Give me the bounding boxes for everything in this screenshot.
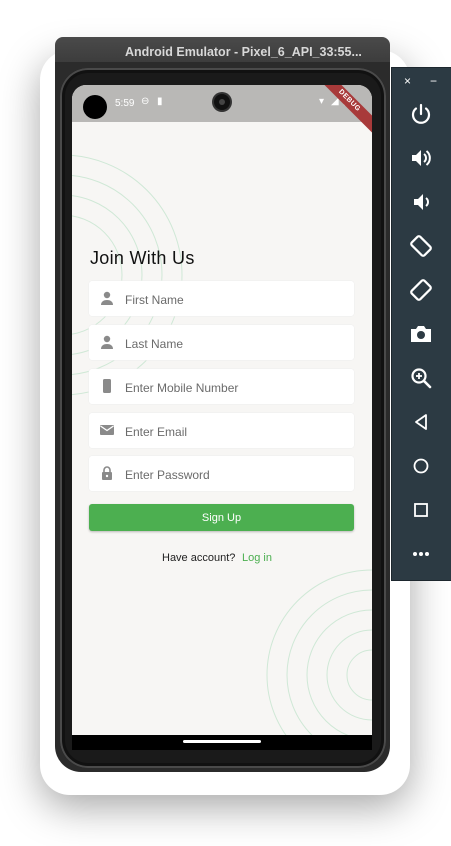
last-name-field[interactable] — [89, 325, 354, 362]
mobile-input[interactable] — [123, 369, 347, 406]
mobile-field[interactable] — [89, 369, 354, 406]
phone-icon — [103, 379, 111, 393]
close-icon[interactable]: × — [404, 74, 411, 88]
page-title: Join With Us — [90, 248, 195, 268]
minimize-icon[interactable]: − — [430, 74, 437, 88]
sign-up-button[interactable]: Sign Up — [89, 504, 354, 531]
volume-down-icon[interactable] — [407, 188, 435, 216]
mail-icon — [100, 425, 114, 435]
volume-up-icon[interactable] — [407, 144, 435, 172]
camera-icon[interactable] — [407, 320, 435, 348]
back-icon[interactable] — [407, 408, 435, 436]
person-icon — [101, 335, 113, 349]
log-in-link[interactable]: Log in — [242, 552, 272, 564]
password-input[interactable] — [123, 456, 347, 493]
emulator-toolbar: × − — [391, 67, 451, 581]
first-name-input[interactable] — [123, 281, 347, 318]
sd-card-icon: ▮ — [157, 96, 163, 107]
more-icon[interactable] — [407, 540, 435, 568]
last-name-input[interactable] — [123, 325, 347, 362]
person-icon — [101, 291, 113, 305]
settings-status-icon: ⊖ — [141, 96, 150, 107]
punch-hole — [83, 95, 107, 119]
have-account-text: Have account? — [162, 552, 236, 564]
wifi-icon: ▾ — [319, 96, 325, 107]
email-field[interactable] — [89, 413, 354, 450]
overview-icon[interactable] — [407, 496, 435, 524]
rotate-left-icon[interactable] — [407, 232, 435, 260]
rotate-right-icon[interactable] — [407, 276, 435, 304]
status-bar: 5:59 ⊖ ▮ ▾ ◢ ▮ DEBUG — [72, 85, 372, 138]
app-screen: 5:59 ⊖ ▮ ▾ ◢ ▮ DEBUG Join With Us Sign U… — [72, 85, 372, 750]
status-time: 5:59 — [115, 98, 135, 109]
power-icon[interactable] — [407, 100, 435, 128]
lock-icon — [102, 466, 112, 480]
home-icon[interactable] — [407, 452, 435, 480]
first-name-field[interactable] — [89, 281, 354, 318]
email-input[interactable] — [123, 413, 347, 450]
window-title: Android Emulator - Pixel_6_API_33:55... — [125, 45, 362, 59]
front-camera — [214, 94, 230, 110]
password-field[interactable] — [89, 456, 354, 493]
gesture-nav-bar — [72, 735, 372, 750]
home-indicator[interactable] — [183, 740, 261, 743]
zoom-icon[interactable] — [407, 364, 435, 392]
